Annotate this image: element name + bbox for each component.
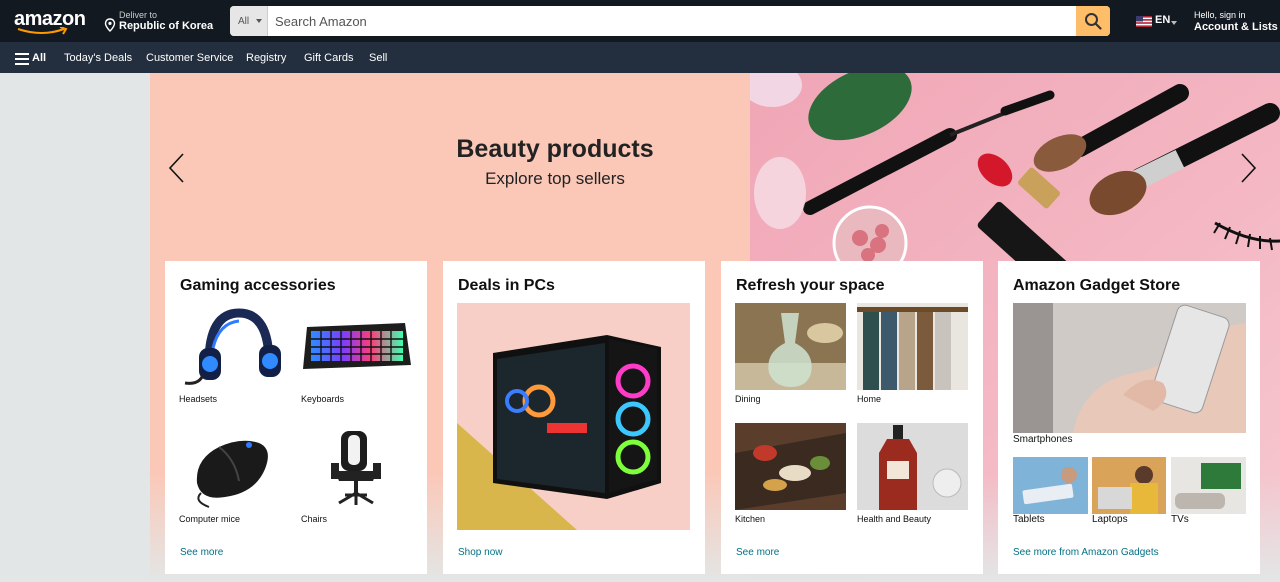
logo-smile-icon xyxy=(17,27,68,35)
dining-image xyxy=(735,303,846,390)
card-title: Deals in PCs xyxy=(458,277,555,294)
pc-case-image[interactable] xyxy=(457,303,690,530)
top-header: amazon Deliver to Republic of Korea All xyxy=(0,0,1280,42)
page-gutter xyxy=(0,73,150,582)
laptops-image[interactable] xyxy=(1092,457,1166,514)
tile-label: Computer mice xyxy=(179,514,241,524)
location-pin-icon xyxy=(104,18,116,32)
us-flag-icon xyxy=(1136,16,1152,27)
tile-label: Laptops xyxy=(1092,514,1128,525)
tile-label: Kitchen xyxy=(735,514,766,524)
tablets-image[interactable] xyxy=(1013,457,1088,514)
sign-in-greeting: Hello, sign in xyxy=(1194,10,1246,20)
caret-down-icon xyxy=(1171,21,1177,25)
health-beauty-image xyxy=(857,423,968,510)
card-gaming-accessories: Gaming accessories Headsets Keyboards Co… xyxy=(165,261,427,574)
account-and-lists[interactable]: Hello, sign in Account & Lists xyxy=(1194,10,1278,33)
search-icon xyxy=(1085,13,1102,30)
card-title: Amazon Gadget Store xyxy=(1013,277,1181,294)
tile-label: Dining xyxy=(735,394,761,404)
nav-todays-deals[interactable]: Today's Deals xyxy=(64,52,132,64)
search-bar: All xyxy=(230,6,1110,36)
tvs-image[interactable] xyxy=(1171,457,1246,514)
search-button[interactable] xyxy=(1076,6,1110,36)
logo-text: amazon xyxy=(14,8,86,30)
hamburger-icon xyxy=(15,53,29,65)
carousel-next-arrow-icon[interactable] xyxy=(1238,151,1258,185)
card-refresh-your-space: Refresh your space Dining Home Kitchen H… xyxy=(721,261,983,574)
search-category-select[interactable]: All xyxy=(230,6,268,36)
home-image xyxy=(857,303,968,390)
see-more-gadgets-link[interactable]: See more from Amazon Gadgets xyxy=(1013,547,1159,558)
amazon-logo[interactable]: amazon xyxy=(14,9,94,35)
tile-label: Chairs xyxy=(301,514,328,524)
nav-gift-cards[interactable]: Gift Cards xyxy=(304,52,354,64)
tile-label: Headsets xyxy=(179,394,218,404)
deliver-location: Republic of Korea xyxy=(119,20,214,32)
card-title: Refresh your space xyxy=(736,277,885,294)
shop-now-link[interactable]: Shop now xyxy=(458,547,502,558)
hero-title: Beauty products xyxy=(456,135,654,163)
smartphones-label: Smartphones xyxy=(1013,434,1073,445)
language-label: EN xyxy=(1155,14,1171,26)
tile-label: Tablets xyxy=(1013,514,1045,525)
kitchen-image xyxy=(735,423,846,510)
search-input[interactable] xyxy=(268,6,1076,36)
keyboard-image xyxy=(301,303,412,390)
nav-sell[interactable]: Sell xyxy=(369,52,387,64)
account-lists-label: Account & Lists xyxy=(1194,21,1278,33)
nav-customer-service[interactable]: Customer Service xyxy=(146,52,233,64)
tile-label: Keyboards xyxy=(301,394,345,404)
smartphone-image[interactable] xyxy=(1013,303,1246,433)
nav-registry[interactable]: Registry xyxy=(246,52,286,64)
see-more-link[interactable]: See more xyxy=(736,547,779,558)
carousel-prev-arrow-icon[interactable] xyxy=(167,151,187,185)
secondary-nav: All Today's Deals Customer Service Regis… xyxy=(0,42,1280,73)
card-title: Gaming accessories xyxy=(180,277,336,294)
see-more-link[interactable]: See more xyxy=(180,547,223,558)
search-category-label: All xyxy=(238,16,250,27)
card-deals-in-pcs: Deals in PCs Shop now xyxy=(443,261,705,574)
gaming-chair-image xyxy=(301,423,412,510)
hero-subtitle: Explore top sellers xyxy=(485,169,625,188)
tile-label: Health and Beauty xyxy=(857,514,932,524)
headset-image xyxy=(179,303,290,390)
all-menu-label: All xyxy=(32,52,47,64)
caret-down-icon xyxy=(256,19,262,23)
tile-label: TVs xyxy=(1171,514,1189,525)
tile-label: Home xyxy=(857,394,882,404)
computer-mouse-image xyxy=(179,423,290,510)
card-amazon-gadget-store: Amazon Gadget Store Smartphones Tablets … xyxy=(998,261,1260,574)
deliver-label: Deliver to xyxy=(119,10,158,20)
